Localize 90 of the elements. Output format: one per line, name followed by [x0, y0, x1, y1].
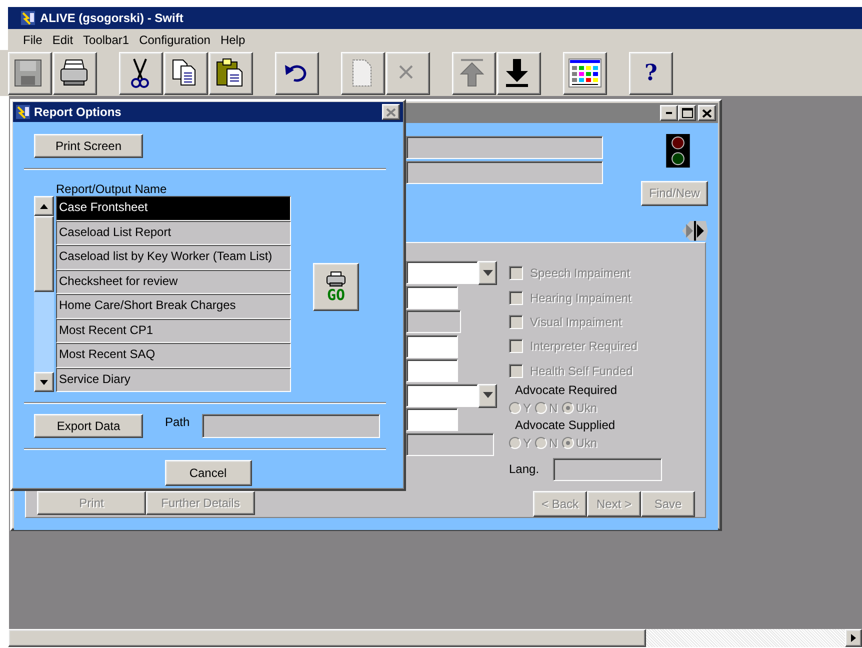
traffic-light-icon: [666, 134, 690, 168]
toolbar-button[interactable]: [164, 52, 208, 94]
checkbox-label: Health Self Funded: [530, 364, 633, 378]
language-field[interactable]: [553, 458, 662, 481]
dropdown-button[interactable]: [478, 261, 497, 285]
input-field[interactable]: [406, 408, 458, 431]
app-icon: [20, 10, 36, 26]
minimize-icon: [666, 112, 672, 114]
scrollbar[interactable]: [34, 196, 54, 392]
scroll-thumb[interactable]: [8, 629, 646, 647]
dropdown-button[interactable]: [478, 384, 497, 408]
list-item[interactable]: Case Frontsheet: [56, 196, 291, 220]
display-field: [406, 310, 461, 333]
input-field[interactable]: [406, 359, 458, 382]
field-label: Path: [165, 415, 190, 429]
cross-icon: [399, 65, 413, 79]
printer-icon: [60, 60, 88, 86]
scroll-up-button[interactable]: [34, 196, 54, 216]
window-title: ALIVE (gsogorski) - Swift: [40, 11, 184, 25]
print-screen-button[interactable]: Print Screen: [34, 134, 143, 158]
up-arrow-icon: [460, 59, 484, 86]
cancel-button[interactable]: Cancel: [164, 460, 252, 486]
menu-item[interactable]: Help: [220, 32, 246, 46]
down-arrow-icon: [40, 380, 48, 384]
caret-icon: [482, 392, 492, 399]
close-icon: [702, 108, 712, 118]
grid-icon: [568, 58, 602, 88]
input-field[interactable]: [406, 334, 458, 358]
list-item[interactable]: Home Care/Short Break Charges: [56, 294, 291, 318]
app-icon: [15, 104, 31, 120]
toolbar-button[interactable]: [563, 52, 607, 94]
list-label: Report/Output Name: [56, 182, 168, 196]
toolbar-button[interactable]: [209, 52, 253, 94]
blank-page-icon: [352, 60, 372, 86]
radio-label: N: [549, 400, 558, 415]
input-field[interactable]: [406, 286, 458, 308]
minimize-button[interactable]: [660, 105, 678, 121]
maximize-button[interactable]: [678, 105, 696, 121]
menu-item[interactable]: File: [23, 32, 42, 46]
radio-label: Y: [523, 400, 532, 415]
radio-label: N: [549, 436, 558, 450]
dropdown-field[interactable]: [406, 261, 478, 284]
close-icon: [384, 106, 398, 118]
menu-item[interactable]: Configuration: [139, 32, 210, 46]
scissors-icon: [131, 58, 149, 88]
toolbar-button[interactable]: ?: [629, 52, 673, 94]
scroll-thumb[interactable]: [34, 216, 54, 292]
field-label: Lang.: [509, 462, 540, 476]
radio-label: Y: [523, 436, 532, 450]
menu-item[interactable]: Edit: [52, 32, 74, 46]
radio-label: Ukn: [576, 400, 598, 415]
group-label: Advocate Required: [515, 382, 618, 398]
maximize-icon: [682, 108, 692, 118]
caret-icon: [482, 270, 492, 276]
toolbar-button[interactable]: [497, 52, 541, 94]
close-button[interactable]: [382, 104, 400, 120]
undo-icon: [285, 65, 306, 82]
group-label: Advocate Supplied: [515, 418, 616, 433]
floppy-icon: [14, 60, 42, 86]
prev-next-arrows-icon[interactable]: [680, 220, 708, 242]
scroll-down-button[interactable]: [34, 372, 54, 392]
list-item[interactable]: Most Recent CP1: [56, 318, 291, 343]
list-item[interactable]: Caseload List Report: [56, 220, 291, 245]
copy-icon: [172, 60, 196, 86]
list-item[interactable]: Caseload list by Key Worker (Team List): [56, 245, 291, 270]
radio-label: Ukn: [576, 436, 598, 450]
menu-item[interactable]: Toolbar1: [83, 32, 130, 46]
close-button[interactable]: [698, 105, 716, 121]
list-item[interactable]: Checksheet for review: [56, 270, 291, 294]
checkbox-label: Speech Impaiment: [530, 266, 630, 280]
up-arrow-icon: [40, 204, 48, 208]
checkbox-label: Visual Impaiment: [530, 314, 622, 329]
list-item[interactable]: Service Diary: [56, 368, 291, 392]
toolbar-button[interactable]: [275, 52, 319, 94]
clipboard-icon: [216, 58, 242, 86]
export-data-button[interactable]: Export Data: [34, 414, 143, 438]
list-item[interactable]: Most Recent SAQ: [56, 343, 291, 368]
printer-icon: [326, 271, 346, 287]
go-button[interactable]: GO: [313, 263, 359, 311]
down-arrow-icon: [506, 59, 528, 87]
toolbar-button[interactable]: [53, 52, 97, 94]
right-arrow-icon: [851, 634, 856, 642]
scroll-right-button[interactable]: [845, 629, 862, 647]
horizontal-scrollbar[interactable]: [8, 629, 862, 647]
dropdown-field[interactable]: [406, 384, 478, 406]
toolbar-button[interactable]: [119, 52, 163, 94]
path-field[interactable]: [202, 414, 380, 438]
checkbox-label: Interpreter Required: [530, 339, 638, 354]
checkbox-label: Hearing Impaiment: [530, 290, 632, 305]
dialog-title: Report Options: [34, 105, 122, 119]
